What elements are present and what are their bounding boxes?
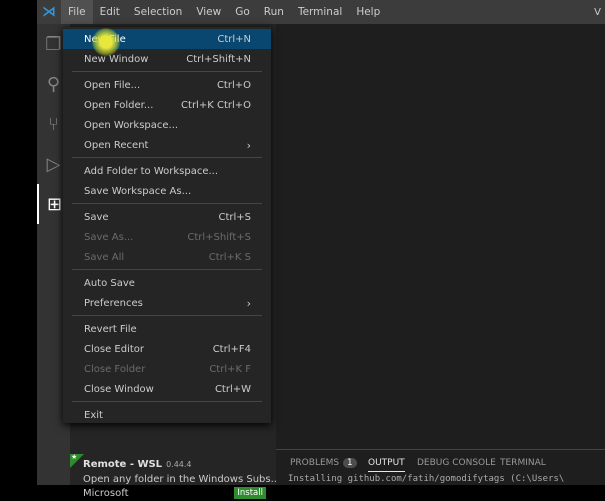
- menu-item-open-folder[interactable]: Open Folder... Ctrl+K Ctrl+O: [63, 95, 271, 115]
- menu-separator: [72, 157, 262, 158]
- menu-item-label: Preferences: [84, 297, 143, 309]
- tab-output[interactable]: OUTPUT: [368, 458, 405, 472]
- menu-item-open-file[interactable]: Open File... Ctrl+O: [63, 75, 271, 95]
- menu-terminal[interactable]: Terminal: [291, 0, 349, 24]
- tab-terminal[interactable]: TERMINAL: [500, 458, 546, 468]
- extension-description: Open any folder in the Windows Subs...: [83, 474, 281, 485]
- menu-bar: ⋊ File Edit Selection View Go Run Terminal Help…: [37, 0, 605, 24]
- menu-item-label: New Window: [84, 53, 149, 65]
- menu-item-label: Open Recent: [84, 139, 149, 151]
- menu-item-label: Save All: [84, 251, 125, 263]
- menu-item-close-window[interactable]: Close Window Ctrl+W: [63, 379, 271, 399]
- menu-item-auto-save[interactable]: Auto Save: [63, 273, 271, 293]
- menu-item-open-recent[interactable]: Open Recent ›: [63, 135, 271, 155]
- tab-problems[interactable]: PROBLEMS 1: [290, 458, 357, 468]
- menu-item-shortcut: Ctrl+Shift+N: [186, 53, 251, 65]
- menu-item-revert-file[interactable]: Revert File: [63, 319, 271, 339]
- output-text: Installing github.com/fatih/gomodifytags…: [288, 474, 565, 484]
- extension-item-remote-wsl[interactable]: ★ Remote - WSL 0.44.4 Open any folder in …: [70, 451, 280, 501]
- menu-item-open-workspace[interactable]: Open Workspace...: [63, 115, 271, 135]
- menu-item-preferences[interactable]: Preferences ›: [63, 293, 271, 313]
- menu-item-label: Add Folder to Workspace...: [84, 165, 219, 177]
- menu-separator: [72, 315, 262, 316]
- extension-publisher: Microsoft: [83, 488, 129, 499]
- tab-debug-console[interactable]: DEBUG CONSOLE: [417, 458, 496, 468]
- menu-item-label: New File: [84, 33, 126, 45]
- menu-item-label: Save Workspace As...: [84, 185, 192, 197]
- menu-item-shortcut: Ctrl+O: [216, 79, 251, 91]
- menu-item-shortcut: Ctrl+F4: [212, 343, 251, 355]
- menu-item-exit[interactable]: Exit: [63, 405, 271, 425]
- menu-item-save-as: Save As... Ctrl+Shift+S: [63, 227, 271, 247]
- menu-go[interactable]: Go: [228, 0, 257, 24]
- menu-item-save-all: Save All Ctrl+K S: [63, 247, 271, 267]
- menu-item-label: Open Folder...: [84, 99, 154, 111]
- problems-count-badge: 1: [343, 458, 357, 468]
- menu-item-label: Revert File: [84, 323, 137, 335]
- menu-item-label: Close Editor: [84, 343, 145, 355]
- menu-item-save[interactable]: Save Ctrl+S: [63, 207, 271, 227]
- menu-separator: [72, 269, 262, 270]
- menu-item-label: Close Folder: [84, 363, 146, 375]
- editor-area: [276, 24, 605, 485]
- menu-item-new-file[interactable]: New File Ctrl+N: [63, 29, 271, 49]
- menu-item-label: Auto Save: [84, 277, 135, 289]
- menu-help[interactable]: Help: [349, 0, 387, 24]
- menu-item-label: Open Workspace...: [84, 119, 179, 131]
- menu-selection[interactable]: Selection: [127, 0, 189, 24]
- menu-item-save-workspace-as[interactable]: Save Workspace As...: [63, 181, 271, 201]
- menu-item-shortcut: Ctrl+K S: [208, 251, 251, 263]
- menu-item-shortcut: Ctrl+W: [214, 383, 251, 395]
- menu-view[interactable]: View: [189, 0, 228, 24]
- menu-item-label: Open File...: [84, 79, 141, 91]
- extension-version: 0.44.4: [166, 460, 192, 469]
- menu-item-shortcut: Ctrl+Shift+S: [187, 231, 251, 243]
- bottom-panel: PROBLEMS 1 OUTPUT DEBUG CONSOLE TERMINAL …: [276, 449, 605, 485]
- menu-item-shortcut: Ctrl+K Ctrl+O: [181, 99, 251, 111]
- menu-item-shortcut: Ctrl+S: [218, 211, 251, 223]
- menu-item-new-window[interactable]: New Window Ctrl+Shift+N: [63, 49, 271, 69]
- menu-item-shortcut: Ctrl+N: [217, 33, 251, 45]
- menu-item-close-folder: Close Folder Ctrl+K F: [63, 359, 271, 379]
- menu-edit[interactable]: Edit: [93, 0, 127, 24]
- menu-separator: [72, 401, 262, 402]
- menu-separator: [72, 203, 262, 204]
- menu-run[interactable]: Run: [257, 0, 291, 24]
- extension-name: Remote - WSL 0.44.4: [83, 459, 192, 470]
- menu-item-label: Exit: [84, 409, 103, 421]
- file-menu: New File Ctrl+N New Window Ctrl+Shift+N Open…: [63, 27, 271, 423]
- menu-item-label: Close Window: [84, 383, 154, 395]
- menu-item-close-editor[interactable]: Close Editor Ctrl+F4: [63, 339, 271, 359]
- chevron-right-icon: ›: [246, 138, 251, 152]
- menu-separator: [72, 71, 262, 72]
- menu-item-label: Save: [84, 211, 109, 223]
- window-title: V: [594, 6, 601, 18]
- vscode-logo-icon: ⋊: [42, 4, 56, 20]
- install-button[interactable]: Install: [234, 487, 266, 499]
- menu-item-add-folder-to-workspace[interactable]: Add Folder to Workspace...: [63, 161, 271, 181]
- chevron-right-icon: ›: [246, 296, 251, 310]
- menu-file[interactable]: File: [61, 0, 93, 24]
- tab-problems-label: PROBLEMS: [290, 458, 340, 468]
- menu-item-shortcut: Ctrl+K F: [209, 363, 251, 375]
- star-icon: ★: [71, 453, 78, 461]
- menu-item-label: Save As...: [84, 231, 134, 243]
- extension-name-text: Remote - WSL: [83, 459, 163, 470]
